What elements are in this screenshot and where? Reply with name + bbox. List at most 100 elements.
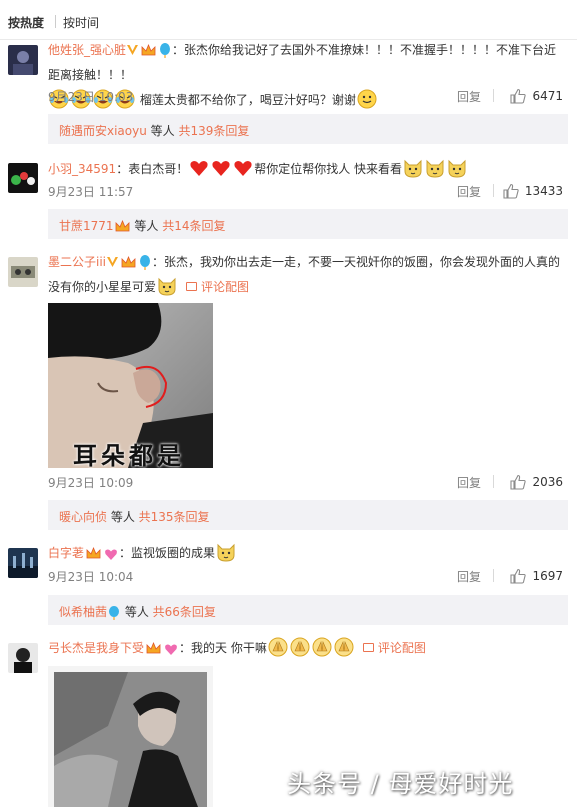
comment-body-text: 帮你定位帮你找人 快来看看 — [254, 162, 403, 176]
balloon-icon — [140, 255, 151, 270]
image-icon — [186, 282, 198, 291]
reply-button[interactable]: 回复 — [457, 88, 481, 105]
sub-replies-label: 等人 — [130, 219, 163, 233]
sub-replies-count-link[interactable]: 共135条回复 — [139, 510, 210, 524]
comment-time: 9月23日 10:09 — [48, 476, 134, 490]
verified-v-icon — [107, 257, 119, 267]
comment-meta: 9月23日 11:57 回复 13433 — [48, 181, 563, 201]
thumbs-up-icon — [510, 88, 527, 104]
avatar[interactable] — [8, 643, 38, 673]
sub-replies-count-link[interactable]: 共139条回复 — [178, 124, 249, 138]
tab-sort-by-hot[interactable]: 按热度 — [8, 14, 44, 31]
comment-text: 弓长杰是我身下受 ：我的天 你干嘛 评论配图 — [48, 636, 563, 661]
like-button[interactable]: 13433 — [503, 181, 563, 201]
reply-button[interactable]: 回复 — [457, 183, 481, 200]
username-link[interactable]: 弓长杰是我身下受 — [48, 641, 144, 655]
heart-icon — [190, 161, 208, 176]
thumbs-up-icon — [510, 474, 527, 490]
avatar[interactable] — [8, 45, 38, 75]
sub-replies-box[interactable]: 随遇而安xiaoyu 等人 共139条回复 — [48, 114, 568, 144]
sub-reply-username[interactable]: 甘蔗1771 — [59, 219, 114, 233]
comment-time: 9月23日 11:57 — [48, 185, 134, 199]
sub-replies-box[interactable]: 甘蔗1771 等人 共14条回复 — [48, 209, 568, 239]
tab-sort-by-time[interactable]: 按时间 — [63, 14, 99, 31]
image-icon — [362, 643, 374, 652]
sub-replies-count-link[interactable]: 共14条回复 — [162, 219, 225, 233]
sub-replies-summary: 暖心向侦 等人 共135条回复 — [59, 508, 210, 525]
like-count: 2036 — [532, 475, 563, 489]
like-count: 13433 — [524, 184, 563, 198]
sub-replies-label: 等人 — [107, 510, 139, 524]
comment-image-link-label: 评论配图 — [201, 280, 250, 294]
pray-hands-emoji-icon — [290, 637, 310, 657]
sub-reply-username[interactable]: 随遇而安xiaoyu — [59, 124, 147, 138]
comment-text: 小羽_34591：表白杰哥！ 帮你定位帮你找人 快来看看 — [48, 157, 563, 182]
pray-hands-emoji-icon — [312, 637, 332, 657]
sub-replies-box[interactable]: 似希柚茜 等人 共66条回复 — [48, 595, 568, 625]
vip-crown-icon — [115, 220, 129, 232]
comment-image-link[interactable]: 评论配图 — [186, 280, 249, 294]
vip-crown-icon — [86, 546, 101, 559]
sub-replies-summary: 随遇而安xiaoyu 等人 共139条回复 — [59, 122, 249, 139]
comment-photo[interactable]: 耳朵都是 — [48, 303, 213, 468]
avatar[interactable] — [8, 548, 38, 578]
balloon-icon — [160, 43, 171, 58]
like-button[interactable]: 2036 — [510, 472, 563, 492]
comment-image-link[interactable]: 评论配图 — [362, 641, 426, 655]
meta-divider — [493, 569, 494, 582]
comment-text: 白字荖 ：监视饭圈的成果 — [48, 541, 563, 566]
meta-divider — [493, 475, 494, 488]
username-link[interactable]: 白字荖 — [48, 546, 84, 560]
thumbs-up-icon — [503, 183, 519, 199]
username-link[interactable]: 小羽_34591 — [48, 162, 116, 176]
comment-image-link-label: 评论配图 — [377, 641, 426, 655]
comment-meta: 9月23日 10:03 回复 6471 — [48, 86, 563, 106]
pray-hands-emoji-icon — [268, 637, 288, 657]
comment-meta: 9月23日 10:09 回复 2036 — [48, 472, 563, 492]
doge-emoji-icon — [426, 159, 444, 178]
sub-replies-summary: 似希柚茜 等人 共66条回复 — [59, 603, 216, 620]
vip-crown-icon — [146, 641, 161, 654]
heart-icon — [234, 161, 252, 176]
comment-body-text: ：监视饭圈的成果 — [119, 546, 216, 560]
comment-text: 墨二公子iii ：张杰，我劝你出去走一走，不要一天视奸你的饭圈，你会发现外面的人真… — [48, 250, 563, 300]
sub-replies-label: 等人 — [121, 605, 153, 619]
comment-time: 9月23日 10:04 — [48, 570, 134, 584]
sub-replies-label: 等人 — [146, 124, 179, 138]
tab-divider — [55, 15, 56, 28]
watermark-text: 头条号 / 母爱好时光 — [287, 770, 514, 798]
photo-caption: 耳朵都是 — [73, 441, 185, 468]
heart-icon — [212, 161, 230, 176]
pink-heart-icon — [105, 549, 117, 560]
sub-replies-count-link[interactable]: 共66条回复 — [153, 605, 216, 619]
avatar[interactable] — [8, 163, 38, 193]
balloon-icon — [109, 605, 120, 620]
username-link[interactable]: 他姓张_强心脏 — [48, 43, 126, 57]
meta-divider — [493, 89, 494, 102]
sub-replies-summary: 甘蔗1771 等人 共14条回复 — [59, 217, 225, 234]
meta-divider — [493, 184, 494, 197]
comment-meta: 9月23日 10:04 回复 1697 — [48, 566, 563, 586]
sub-replies-box[interactable]: 暖心向侦 等人 共135条回复 — [48, 500, 568, 530]
doge-emoji-icon — [217, 543, 235, 562]
reply-button[interactable]: 回复 — [457, 474, 481, 491]
comment-body-text: ：我的天 你干嘛 — [179, 641, 267, 655]
doge-emoji-icon — [448, 159, 466, 178]
reply-button[interactable]: 回复 — [457, 568, 481, 585]
vip-crown-icon — [141, 43, 156, 56]
like-button[interactable]: 1697 — [510, 566, 563, 586]
sub-reply-username[interactable]: 暖心向侦 — [59, 510, 107, 524]
username-link[interactable]: 墨二公子iii — [48, 255, 106, 269]
avatar[interactable] — [8, 257, 38, 287]
doge-emoji-icon — [158, 277, 176, 296]
like-count: 6471 — [532, 89, 563, 103]
thumbs-up-icon — [510, 568, 527, 584]
pray-hands-emoji-icon — [334, 637, 354, 657]
sort-tabs: 按热度 按时间 — [0, 0, 577, 40]
like-button[interactable]: 6471 — [510, 86, 563, 106]
vip-crown-icon — [121, 255, 136, 268]
like-count: 1697 — [532, 569, 563, 583]
comment-photo[interactable] — [48, 666, 213, 807]
sub-reply-username[interactable]: 似希柚茜 — [59, 605, 107, 619]
comment-body-text: ：表白杰哥！ — [116, 162, 189, 176]
